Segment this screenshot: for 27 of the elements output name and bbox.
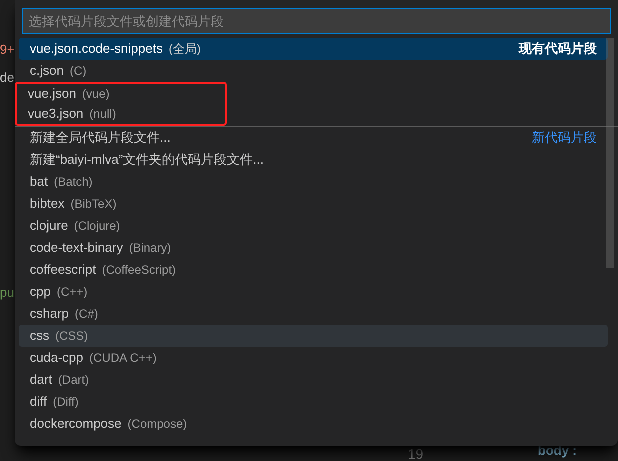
snippet-list-item[interactable]: dart (Dart) — [19, 369, 608, 391]
code-fragment: pu — [0, 284, 15, 302]
snippet-list-item[interactable]: coffeescript (CoffeeScript) — [19, 259, 608, 281]
snippet-list-item[interactable]: vue.json.code-snippets (全局) 现有代码片段 — [19, 38, 608, 60]
snippet-list-item[interactable]: dockercompose (Compose) — [19, 413, 608, 435]
line-number: 19 — [408, 447, 424, 461]
snippet-list-item[interactable]: csharp (C#) — [19, 303, 608, 325]
search-field[interactable]: 选择代码片段文件或创建代码片段 — [22, 8, 611, 34]
code-fragment: de — [0, 69, 15, 87]
code-fragment: 9+ — [0, 41, 15, 59]
snippet-list-item[interactable]: 新建“baiyi-mlva”文件夹的代码片段文件... — [19, 149, 608, 171]
code-text: body : — [538, 443, 577, 459]
snippet-list-item[interactable]: vue.json (vue) — [19, 84, 225, 104]
snippet-list-item[interactable]: c.json (C) — [19, 60, 608, 82]
snippet-list-item[interactable]: bat (Batch) — [19, 171, 608, 193]
snippet-list-item[interactable]: 新建全局代码片段文件... 新代码片段 — [19, 127, 608, 149]
snippet-list-item[interactable]: cpp (C++) — [19, 281, 608, 303]
snippet-list-item[interactable]: bibtex (BibTeX) — [19, 193, 608, 215]
snippet-list-item[interactable]: clojure (Clojure) — [19, 215, 608, 237]
snippet-list-item[interactable]: css (CSS) — [19, 325, 608, 347]
group-label: 新代码片段 — [532, 129, 597, 148]
snippet-list-item[interactable]: cuda-cpp (CUDA C++) — [19, 347, 608, 369]
scrollbar[interactable] — [606, 38, 614, 268]
snippet-list-item[interactable]: diff (Diff) — [19, 391, 608, 413]
group-label: 现有代码片段 — [519, 40, 597, 58]
snippet-list-item[interactable]: vue3.json (null) — [19, 104, 225, 124]
snippet-list-item[interactable]: code-text-binary (Binary) — [19, 237, 608, 259]
